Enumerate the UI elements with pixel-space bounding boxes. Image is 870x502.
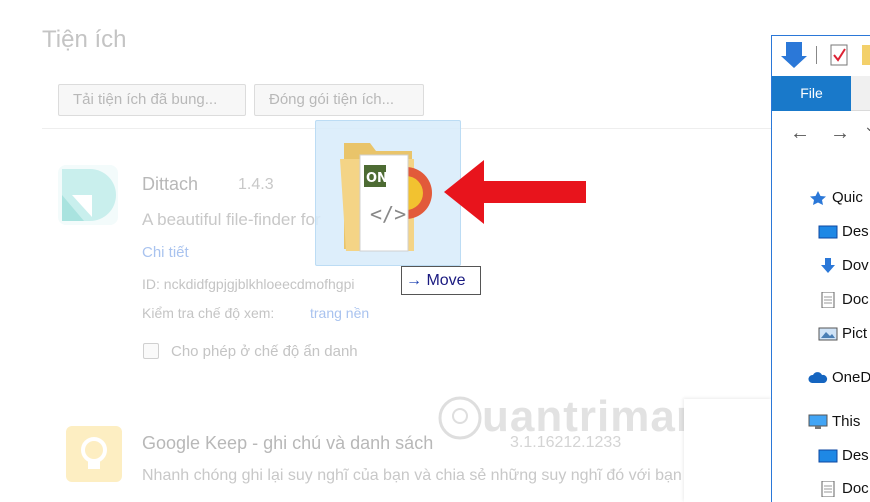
extension-description: A beautiful file-finder for <box>142 210 321 229</box>
details-link[interactable]: Chi tiết <box>142 244 189 261</box>
extension-name: Dittach <box>142 174 199 194</box>
nav-item-desktop[interactable]: Des <box>818 220 869 244</box>
red-arrow-icon <box>444 160 586 224</box>
file-explorer-window: File ← → ⌄ Quic Des Dov Doc Pict OneD Th… <box>771 35 870 502</box>
pictures-icon <box>818 326 838 342</box>
svg-text:</>: </> <box>370 202 406 226</box>
computer-icon <box>808 414 828 430</box>
blank-panel <box>684 399 772 502</box>
nav-item-this-pc[interactable]: This <box>808 410 860 434</box>
extension-description: Nhanh chóng ghi lại suy nghĩ của bạn và … <box>142 467 682 484</box>
dittach-logo-icon <box>58 165 118 225</box>
explorer-nav: ← → ⌄ <box>772 114 870 154</box>
nav-item-documents[interactable]: Doc <box>818 288 869 312</box>
incognito-checkbox[interactable] <box>143 343 159 359</box>
nav-item-pictures[interactable]: Pict <box>818 322 867 346</box>
nav-item-documents[interactable]: Doc <box>818 477 869 501</box>
move-tooltip: → Move <box>401 266 481 295</box>
desktop-icon <box>818 224 838 240</box>
nav-item-quick-access[interactable]: Quic <box>808 186 863 210</box>
move-arrow-icon: → <box>406 272 422 289</box>
pack-extension-button[interactable]: Đóng gói tiện ích... <box>254 84 424 116</box>
extension-name: Google Keep - ghi chú và danh sách <box>142 433 434 453</box>
download-icon <box>818 258 838 274</box>
move-label: Move <box>426 272 466 289</box>
forward-arrow-icon[interactable]: → <box>830 122 850 145</box>
document-icon <box>818 480 838 498</box>
drag-ghost: ON </> <box>315 120 461 266</box>
recent-chevron-icon[interactable]: ⌄ <box>864 118 870 135</box>
incognito-label: Cho phép ở chế độ ẩn danh <box>171 343 358 360</box>
load-unpacked-button[interactable]: Tải tiện ích đã bung... <box>58 84 246 116</box>
lightbulb-watermark-icon <box>437 395 483 446</box>
page-title: Tiện ích <box>42 26 127 53</box>
background-page-link[interactable]: trang nền <box>310 305 369 321</box>
folder-icon: ON </> <box>340 143 432 252</box>
explorer-titlebar <box>772 36 870 76</box>
google-keep-logo-icon <box>66 426 122 482</box>
cloud-icon <box>808 370 828 386</box>
nav-item-downloads[interactable]: Dov <box>818 254 869 278</box>
document-icon <box>818 291 838 309</box>
extension-version: 1.4.3 <box>238 176 274 193</box>
extension-id: ID: nckdidfgpjgjblkhloeecdmofhgpi <box>142 276 355 292</box>
file-tab[interactable]: File <box>772 76 851 111</box>
star-icon <box>808 190 828 206</box>
nav-item-onedrive[interactable]: OneD <box>808 366 870 390</box>
download-icon <box>781 42 807 68</box>
inspect-views-label: Kiểm tra chế độ xem: <box>142 305 275 321</box>
nav-item-desktop[interactable]: Des <box>818 444 869 468</box>
file-label: ON <box>366 171 388 186</box>
desktop-icon <box>818 448 838 464</box>
back-arrow-icon[interactable]: ← <box>790 122 810 145</box>
